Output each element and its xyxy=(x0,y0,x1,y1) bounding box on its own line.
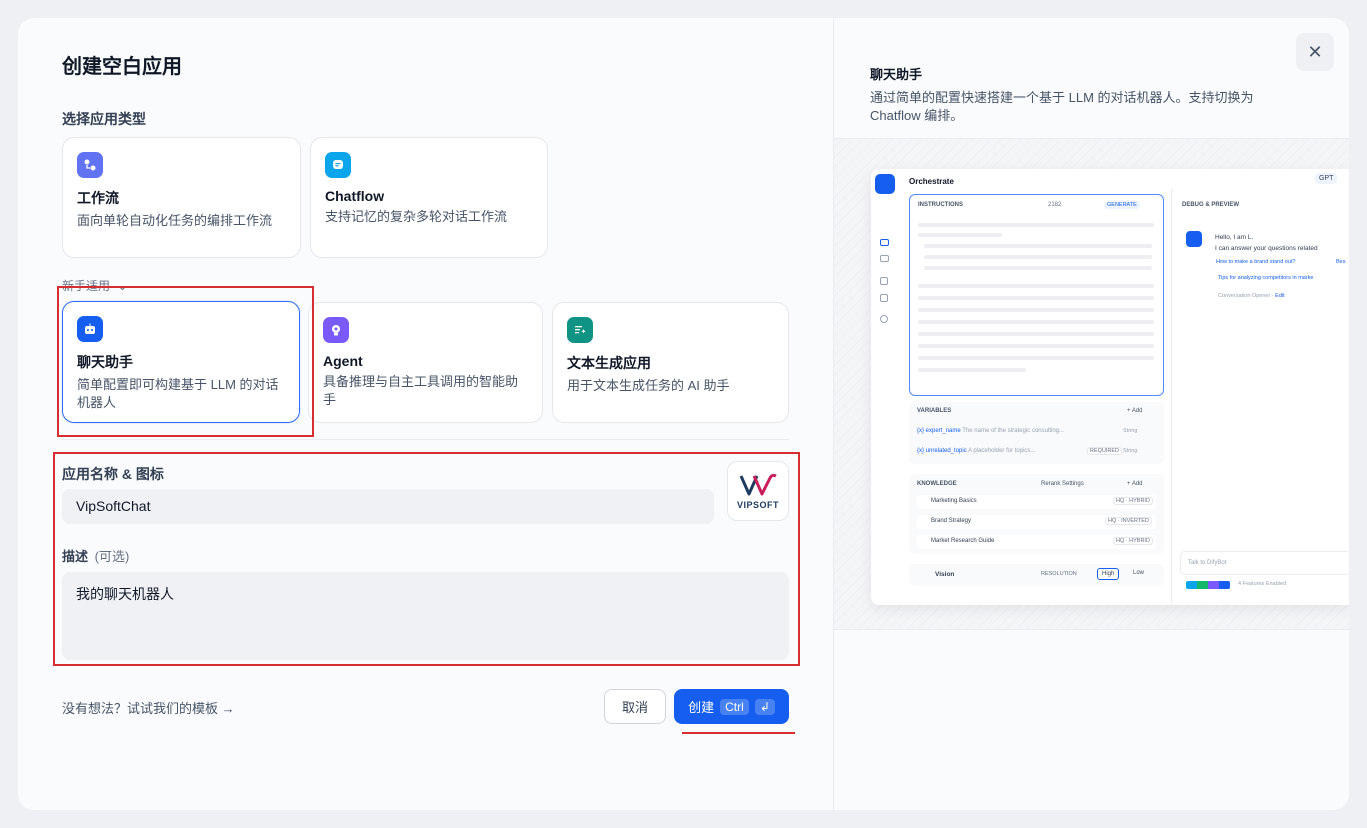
app-type-card-workflow[interactable]: 工作流 面向单轮自动化任务的编排工作流 xyxy=(62,137,301,258)
card-name: Chatflow xyxy=(325,188,385,204)
bot-avatar-icon xyxy=(1186,231,1202,247)
kb-name: Market Research Guide xyxy=(931,538,995,544)
suggested-question: Tips for analyzing competitors in marke xyxy=(1218,275,1314,281)
instructions-box: INSTRUCTIONS 2182 GENERATE xyxy=(909,194,1164,396)
bot-icon xyxy=(875,174,895,194)
divider xyxy=(62,439,789,440)
vision-label: Vision xyxy=(935,571,955,578)
enter-key-icon: ↲ xyxy=(754,698,775,715)
template-link[interactable]: 没有想法？试试我们的模板 → xyxy=(62,698,235,717)
suggested-question: Bes xyxy=(1336,259,1346,265)
highlight-box-form xyxy=(53,452,800,666)
kb-tag: HQ · HYBRID xyxy=(1113,497,1153,505)
orchestrate-title: Orchestrate xyxy=(909,177,954,186)
var-name: {x} unrelated_topic xyxy=(917,448,967,454)
chat-input: Talk to DifyBot xyxy=(1188,560,1227,566)
required-tag: REQUIRED xyxy=(1087,447,1123,455)
rail-icon xyxy=(880,315,888,323)
card-desc: 具备推理与自主工具调用的智能助手 xyxy=(323,374,519,407)
var-desc: The name of the strategic consulting... xyxy=(962,428,1064,434)
var-name: {x} expert_name xyxy=(917,428,961,434)
rail-icon xyxy=(880,239,889,246)
highlight-underline xyxy=(682,732,795,734)
agent-icon xyxy=(323,317,349,343)
knowledge-section: KNOWLEDGE Rerank Settings + Add Marketin… xyxy=(909,474,1164,554)
close-button[interactable]: ✕ xyxy=(1296,33,1334,71)
kb-name: Marketing Basics xyxy=(931,498,977,504)
app-type-label: 选择应用类型 xyxy=(62,111,146,127)
highlight-box xyxy=(57,286,314,437)
text-gen-icon xyxy=(567,317,593,343)
preview-title: 聊天助手 xyxy=(870,67,923,82)
kb-name: Brand Strategy xyxy=(931,518,972,524)
preview-area: Orchestrate GPT INSTRUCTIONS 2182 GENERA… xyxy=(834,138,1349,630)
rail-icon xyxy=(880,277,888,285)
preview-desc: 通过简单的配置快速搭建一个基于 LLM 的对话机器人。支持切换为 Chatflo… xyxy=(870,90,1254,123)
features-label: 4 Features Enabled xyxy=(1238,581,1287,587)
ctrl-key: Ctrl xyxy=(720,698,749,715)
answer-text: I can answer your questions related xyxy=(1215,245,1318,252)
variables-section: VARIABLES + Add {x} expert_name The name… xyxy=(909,402,1164,464)
add-variable: + Add xyxy=(1127,408,1143,414)
kb-tag: HQ · INVERTED xyxy=(1105,517,1152,525)
suggested-question: How to make a brand stand out? xyxy=(1216,259,1296,265)
vision-section: Vision RESOLUTION High Low xyxy=(909,564,1164,586)
instructions-label: INSTRUCTIONS xyxy=(918,202,963,208)
card-desc: 支持记忆的复杂多轮对话工作流 xyxy=(325,209,508,224)
card-desc: 面向单轮自动化任务的编排工作流 xyxy=(77,213,273,228)
app-type-card-agent[interactable]: Agent 具备推理与自主工具调用的智能助手 xyxy=(308,302,543,423)
app-type-card-chatflow[interactable]: Chatflow 支持记忆的复杂多轮对话工作流 xyxy=(310,137,548,258)
card-name: 工作流 xyxy=(77,190,119,206)
app-type-card-text-generator[interactable]: 文本生成应用 用于文本生成任务的 AI 助手 xyxy=(552,302,789,423)
create-app-modal: 创建空白应用 选择应用类型 工作流 面向单轮自动化任务的编排工作流 Chatfl… xyxy=(18,18,1349,810)
high-option: High xyxy=(1097,568,1120,580)
knowledge-label: KNOWLEDGE xyxy=(917,481,957,487)
rail-icon xyxy=(880,255,889,262)
kb-tag: HQ · HYBRID xyxy=(1113,537,1153,545)
model-badge: GPT xyxy=(1315,173,1338,184)
chatflow-icon xyxy=(325,152,351,178)
close-icon: ✕ xyxy=(1307,41,1323,62)
add-knowledge: + Add xyxy=(1127,481,1143,487)
var-type: String xyxy=(1123,428,1138,434)
workflow-icon xyxy=(77,152,103,178)
opener-label: Conversation Opener xyxy=(1218,293,1271,299)
card-desc: 用于文本生成任务的 AI 助手 xyxy=(567,378,730,393)
preview-panel: 聊天助手 通过简单的配置快速搭建一个基于 LLM 的对话机器人。支持切换为 Ch… xyxy=(833,18,1349,810)
cancel-button[interactable]: 取消 xyxy=(604,689,666,724)
create-label: 创建 xyxy=(688,700,715,715)
var-type: String xyxy=(1123,448,1138,454)
low-option: Low xyxy=(1133,570,1145,576)
edit-link: Edit xyxy=(1275,293,1285,299)
create-button[interactable]: 创建 Ctrl ↲ xyxy=(674,689,789,724)
generate-button: GENERATE xyxy=(1104,201,1140,209)
rerank-settings: Rerank Settings xyxy=(1041,481,1084,487)
rail-icon xyxy=(880,294,888,302)
char-count: 2182 xyxy=(1048,202,1062,208)
variables-label: VARIABLES xyxy=(917,408,952,414)
debug-label: DEBUG & PREVIEW xyxy=(1182,202,1240,208)
card-name: 文本生成应用 xyxy=(567,355,651,371)
preview-screenshot: Orchestrate GPT INSTRUCTIONS 2182 GENERA… xyxy=(871,169,1349,605)
page-title: 创建空白应用 xyxy=(62,56,182,78)
feature-icons xyxy=(1186,581,1230,589)
card-name: Agent xyxy=(323,353,363,369)
hello-text: Hello, I am L. xyxy=(1215,234,1254,241)
resolution-label: RESOLUTION xyxy=(1041,571,1077,577)
preview-header: 聊天助手 通过简单的配置快速搭建一个基于 LLM 的对话机器人。支持切换为 Ch… xyxy=(870,64,1290,125)
debug-panel: DEBUG & PREVIEW Hello, I am L. I can ans… xyxy=(1171,189,1349,605)
var-desc: A placeholder for topics... xyxy=(968,448,1036,454)
left-panel: 创建空白应用 选择应用类型 工作流 面向单轮自动化任务的编排工作流 Chatfl… xyxy=(18,18,833,810)
